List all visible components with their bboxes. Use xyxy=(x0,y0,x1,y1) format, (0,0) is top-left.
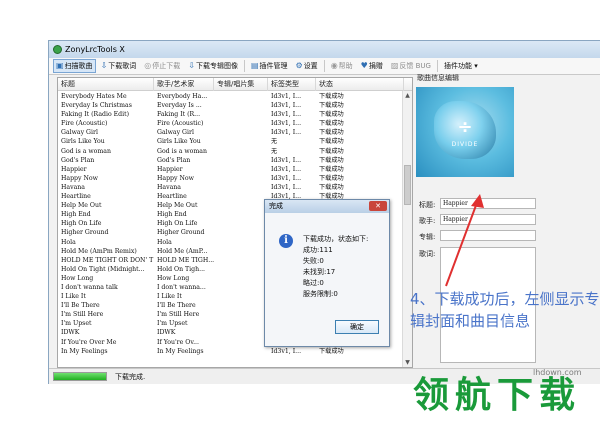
annotation-arrow xyxy=(445,194,484,287)
watermark-logo: 领航下载 xyxy=(413,375,582,416)
annotation-caption: 4、下载成功后，左侧显示专辑封面和曲目信息 xyxy=(410,290,600,330)
